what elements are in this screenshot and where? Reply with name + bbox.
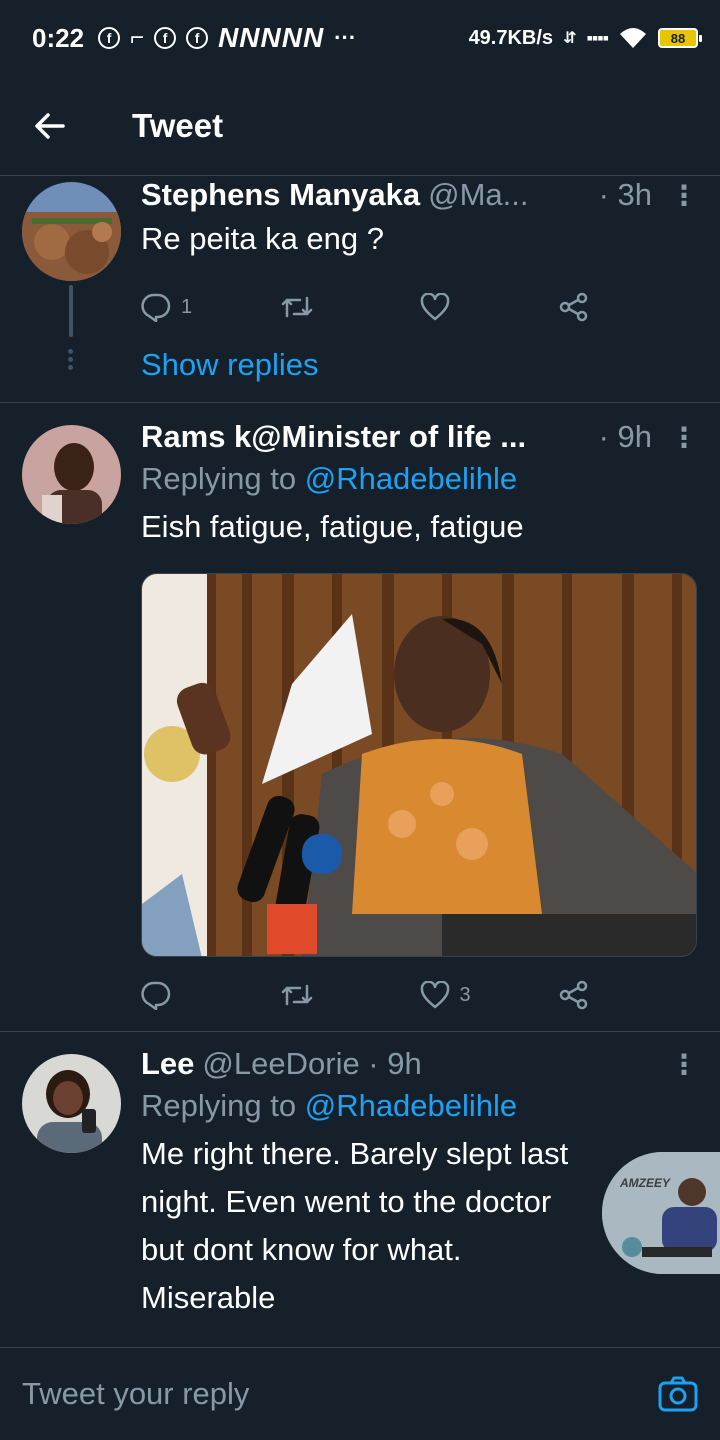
like-count: 3: [459, 983, 471, 1006]
tweet-text-line: Me right there. Barely slept last: [141, 1136, 569, 1171]
retweet-icon: [282, 296, 313, 318]
replying-to-label: Replying to: [141, 461, 297, 496]
avatar-image: [22, 182, 121, 281]
tweet-header: Lee @LeeDorie · 9h ⋮: [141, 1046, 698, 1082]
status-bar: 0:22 f ⌐ f f NNNNN ··· 49.7KB/s ⇵ ▪▪▪▪ 8…: [0, 0, 720, 76]
reply-button[interactable]: [141, 980, 280, 1010]
thread-dot: [68, 357, 73, 362]
signal-icon: ▪▪▪▪: [586, 27, 609, 48]
top-app-bar: Tweet: [0, 76, 720, 176]
show-replies-link[interactable]: Show replies: [141, 347, 698, 383]
avatar[interactable]: [22, 182, 121, 281]
reply-composer: Tweet your reply: [0, 1347, 720, 1440]
tweet-time: · 3h: [598, 177, 652, 212]
heart-icon: [420, 293, 449, 321]
replying-to-label: Replying to: [141, 1088, 297, 1123]
tweet-actions: 1: [141, 287, 698, 327]
data-arrows-icon: ⇵: [563, 30, 577, 47]
tweet-item[interactable]: Rams k@Minister of life ... · 9h ⋮ Reply…: [0, 404, 720, 1032]
like-button[interactable]: [420, 293, 559, 321]
user-name[interactable]: Lee: [141, 1046, 194, 1082]
facebook-notification-icon: f: [186, 27, 209, 49]
battery-icon: 88: [658, 28, 702, 48]
reply-button[interactable]: 1: [141, 292, 280, 322]
avatar[interactable]: [22, 425, 121, 524]
share-button[interactable]: [559, 292, 698, 322]
facebook-notification-icon: f: [98, 27, 121, 49]
notification-icons: f ⌐ f f NNNNN ···: [98, 22, 356, 54]
reply-icon: [141, 981, 171, 1010]
tweet-text-line: Miserable: [141, 1280, 276, 1315]
user-name[interactable]: Rams k@Minister of life ...: [141, 419, 526, 455]
more-options-icon[interactable]: ⋮: [670, 179, 698, 212]
tweet-text: Re peita ka eng ?: [141, 221, 385, 256]
thread-dot: [68, 365, 73, 370]
reply-input[interactable]: Tweet your reply: [22, 1376, 658, 1412]
reply-icon: [141, 293, 171, 322]
chat-head-image: [602, 1152, 720, 1274]
tweet-time: · 9h: [598, 419, 652, 454]
avatar-image: [22, 425, 121, 524]
replying-to: Replying to @Rhadebelihle: [141, 1082, 698, 1130]
thread-dot: [68, 349, 73, 354]
more-notifications-icon: ···: [334, 25, 357, 50]
retweet-icon: [282, 984, 313, 1006]
user-handle[interactable]: @LeeDorie · 9h: [202, 1046, 421, 1082]
tweet-image[interactable]: [141, 573, 697, 957]
tweet-header: Rams k@Minister of life ... · 9h ⋮: [141, 419, 698, 455]
page-title: Tweet: [132, 106, 224, 144]
notification-icon: ⌐: [130, 24, 145, 51]
back-button[interactable]: [0, 76, 100, 176]
photo-woman-at-press-conference: [142, 574, 696, 956]
back-arrow-icon: [35, 112, 65, 139]
reply-count: 1: [181, 295, 193, 318]
floating-chat-head[interactable]: AMZEEY: [602, 1152, 720, 1274]
chat-head-label: AMZEEY: [620, 1176, 671, 1190]
avatar[interactable]: [22, 1054, 121, 1153]
user-name[interactable]: Stephens Manyaka: [141, 177, 420, 213]
mention-link[interactable]: @Rhadebelihle: [305, 461, 517, 496]
facebook-notification-icon: f: [154, 27, 177, 49]
more-options-icon[interactable]: ⋮: [670, 421, 698, 454]
more-options-icon[interactable]: ⋮: [670, 1048, 698, 1081]
share-icon: [559, 292, 587, 322]
user-handle[interactable]: @Ma...: [428, 177, 528, 213]
replying-to: Replying to @Rhadebelihle: [141, 455, 698, 503]
tweet-item[interactable]: Stephens Manyaka @Ma... · 3h ⋮ Re peita …: [0, 177, 720, 403]
share-button[interactable]: [559, 980, 698, 1010]
tweet-header: Stephens Manyaka @Ma... · 3h ⋮: [141, 177, 698, 213]
status-time: 0:22: [32, 22, 85, 53]
like-button[interactable]: 3: [420, 981, 559, 1009]
tweet-text: Eish fatigue, fatigue, fatigue: [141, 509, 524, 544]
wifi-icon: [620, 28, 646, 48]
avatar-image: [22, 1054, 121, 1153]
camera-button[interactable]: [658, 1374, 698, 1414]
mention-link[interactable]: @Rhadebelihle: [305, 1088, 517, 1123]
network-speed: 49.7KB/s: [468, 26, 554, 49]
retweet-button[interactable]: [280, 980, 419, 1010]
app-notification-icons: NNNNN: [218, 22, 325, 53]
heart-icon: [420, 981, 449, 1009]
share-icon: [559, 980, 587, 1010]
retweet-button[interactable]: [280, 292, 419, 322]
camera-icon: [658, 1376, 698, 1412]
tweet-actions: 3: [141, 975, 698, 1015]
thread-line: [69, 285, 73, 337]
